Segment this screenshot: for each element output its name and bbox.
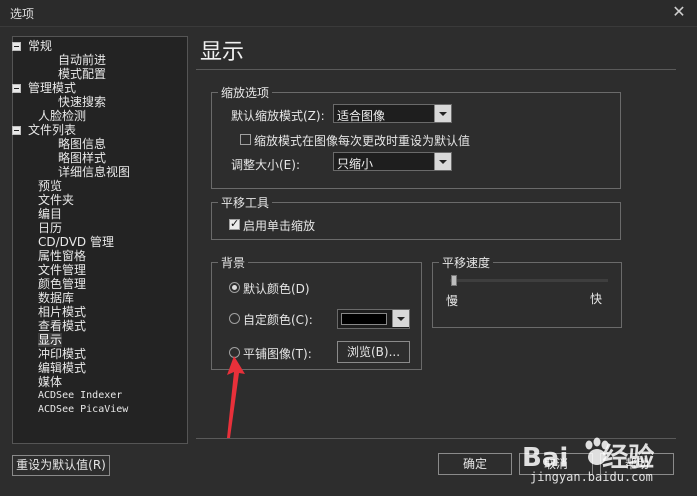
chevron-down-icon[interactable] — [434, 105, 451, 122]
watermark-brand-left: Bai — [522, 443, 569, 473]
tree-item-label: CD/DVD 管理 — [38, 235, 114, 249]
resize-label: 调整大小(E): — [231, 158, 300, 172]
reset-zoom-checkbox[interactable] — [240, 134, 251, 145]
collapse-icon[interactable] — [12, 126, 21, 135]
background-title: 背景 — [218, 254, 249, 271]
tree-item-label: 编目 — [38, 207, 63, 221]
tree-item-label: 预览 — [38, 179, 63, 193]
pan-speed-track[interactable] — [450, 279, 608, 282]
close-icon[interactable]: ✕ — [669, 2, 689, 22]
default-zoom-label: 默认缩放模式(Z): — [231, 109, 325, 123]
collapse-icon[interactable] — [12, 42, 21, 51]
title-bar — [0, 0, 697, 27]
reset-default-button[interactable]: 重设为默认值(R) — [12, 455, 110, 476]
watermark-url: jingyan.baidu.com — [530, 470, 653, 484]
custom-color-picker[interactable] — [337, 309, 410, 329]
tree-item-label: 属性窗格 — [38, 249, 87, 263]
page-title: 显示 — [200, 40, 245, 65]
tree-item-label: 文件列表 — [28, 123, 77, 137]
chevron-down-icon[interactable] — [392, 310, 409, 327]
tree-item-label: 编辑模式 — [38, 361, 87, 375]
single-click-zoom-checkbox[interactable] — [229, 217, 240, 230]
default-zoom-value: 适合图像 — [337, 109, 386, 123]
single-click-zoom-label: 启用单击缩放 — [243, 219, 316, 233]
tree-item-label: 冲印模式 — [38, 347, 87, 361]
tree-item-label: ACDSee Indexer — [38, 390, 123, 401]
baidu-paw-icon — [585, 437, 609, 465]
pan-tool-title: 平移工具 — [218, 194, 273, 211]
tree-item-label: 相片模式 — [38, 305, 87, 319]
tree-item-label: 略图信息 — [58, 137, 107, 151]
tree-item-label: 数据库 — [38, 291, 75, 305]
reset-zoom-label: 缩放模式在图像每次更改时重设为默认值 — [254, 134, 471, 148]
tree-item-label: 模式配置 — [58, 67, 107, 81]
tree-item-label: 常规 — [28, 39, 53, 53]
title-divider — [196, 69, 676, 70]
annotation-arrow-icon — [227, 356, 245, 438]
tree-item-label: 自动前进 — [58, 53, 107, 67]
default-color-radio[interactable] — [229, 282, 240, 293]
default-color-label: 默认颜色(D) — [243, 282, 310, 296]
tree-item-label: 详细信息视图 — [58, 165, 131, 179]
tree-item-label: 文件管理 — [38, 263, 87, 277]
tree-item-label: 媒体 — [38, 375, 63, 389]
tree-item-label: 文件夹 — [38, 193, 75, 207]
options-tree[interactable]: 常规 自动前进 模式配置 管理模式 快速搜索 人脸检测 文件列表 略图信息 略图样式 详细信息视图… — [12, 36, 188, 444]
tree-item-label: 快速搜索 — [58, 95, 107, 109]
collapse-icon[interactable] — [12, 84, 21, 93]
resize-value: 只缩小 — [337, 157, 374, 171]
tree-item-label: 日历 — [38, 221, 63, 235]
tree-item-label: 查看模式 — [38, 319, 87, 333]
tree-item-label: 人脸检测 — [38, 109, 87, 123]
pan-speed-title: 平移速度 — [439, 254, 494, 271]
default-zoom-select[interactable]: 适合图像 — [333, 104, 452, 123]
fast-label: 快 — [590, 292, 603, 306]
window-title: 选项 — [10, 7, 35, 21]
chevron-down-icon[interactable] — [434, 153, 451, 170]
browse-button[interactable]: 浏览(B)... — [337, 341, 410, 363]
tree-item-label: 管理模式 — [28, 81, 77, 95]
custom-color-radio[interactable] — [229, 313, 240, 324]
zoom-options-title: 缩放选项 — [218, 84, 273, 101]
custom-color-label: 自定颜色(C): — [243, 313, 313, 327]
tree-item-label: 略图样式 — [58, 151, 107, 165]
tree-item-label: ACDSee PicaView — [38, 404, 129, 415]
resize-select[interactable]: 只缩小 — [333, 152, 452, 171]
color-swatch — [341, 313, 387, 325]
tree-item-label: 显示 — [38, 333, 63, 347]
slow-label: 慢 — [446, 294, 459, 308]
tree-item-label: 颜色管理 — [38, 277, 87, 291]
ok-button[interactable]: 确定 — [438, 453, 512, 475]
pan-speed-slider-thumb[interactable] — [451, 275, 457, 286]
